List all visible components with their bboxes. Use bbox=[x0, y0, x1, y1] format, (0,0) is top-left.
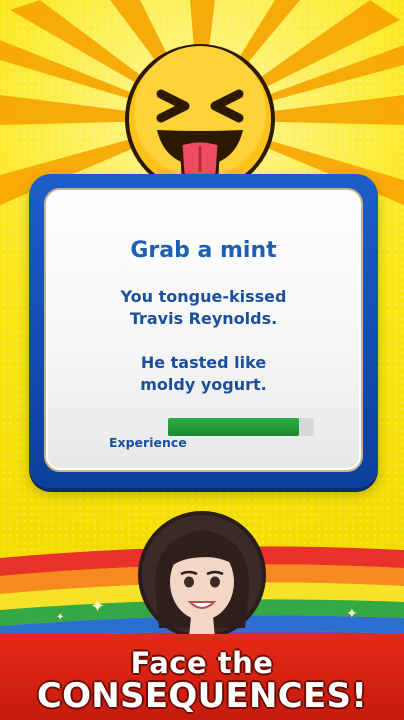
experience-bar-fill bbox=[168, 418, 300, 436]
message-line-1: You tongue-kissed bbox=[120, 287, 287, 306]
cta-line-2: CONSEQUENCES! bbox=[36, 676, 368, 716]
message-line-2: Travis Reynolds. bbox=[129, 309, 278, 328]
game-scene: Grab a mint You tongue-kissed Travis Rey… bbox=[0, 0, 404, 720]
message-line-4: moldy yogurt. bbox=[140, 375, 267, 394]
dialog-title: Grab a mint bbox=[130, 238, 277, 263]
sparkle-icon: ✦ bbox=[56, 612, 65, 623]
message-line-3: He tasted like bbox=[140, 353, 267, 372]
cta-line-1: Face the bbox=[130, 646, 274, 680]
sparkle-icon: ✦ bbox=[90, 596, 106, 617]
female-avatar-icon bbox=[138, 511, 266, 639]
sparkle-icon: ✦ bbox=[346, 606, 358, 622]
tongue-out-squint-emoji-icon bbox=[125, 44, 275, 194]
dialog-message: You tongue-kissed Travis Reynolds. He ta… bbox=[46, 286, 361, 396]
experience-bar bbox=[168, 418, 314, 436]
event-dialog: Grab a mint You tongue-kissed Travis Rey… bbox=[29, 174, 378, 488]
experience-label: Experience bbox=[109, 435, 187, 450]
